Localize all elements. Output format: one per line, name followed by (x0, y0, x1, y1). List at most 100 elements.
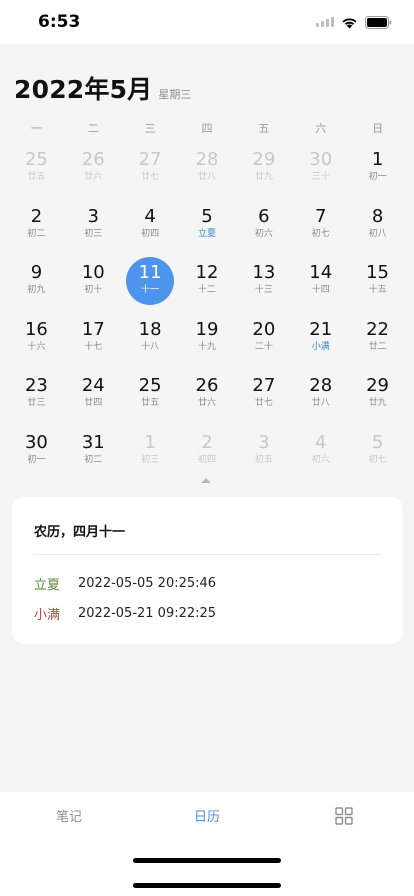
weekday-header-row: 一 二 三 四 五 六 日 (8, 120, 406, 136)
calendar-day[interactable]: 29 廿九 (235, 144, 292, 201)
lunar-day-label: 十一 (141, 285, 160, 296)
day-number: 27 (138, 149, 162, 170)
calendar-day[interactable]: 17 十七 (65, 314, 122, 371)
solar-term-label: 小满 (311, 341, 330, 352)
calendar-day[interactable]: 28 廿八 (292, 370, 349, 427)
calendar-day[interactable]: 12 十二 (179, 257, 236, 314)
lunar-day-label: 初八 (368, 228, 387, 239)
weekday-tue: 二 (87, 122, 99, 135)
day-number: 17 (81, 318, 105, 340)
home-indicator[interactable] (133, 883, 281, 888)
calendar-day[interactable]: 1 初三 (122, 427, 179, 484)
solar-term-label: 立夏 (197, 228, 216, 239)
calendar-day[interactable]: 1 初一 (349, 144, 406, 201)
lunar-day-label: 廿六 (197, 398, 216, 409)
calendar-day[interactable]: 13 十三 (235, 257, 292, 314)
calendar-day[interactable]: 5 立夏 (179, 201, 236, 258)
lunar-day-label: 十五 (368, 285, 387, 296)
day-number: 30 (309, 149, 333, 170)
lunar-day-label: 初六 (254, 228, 273, 239)
lunar-day-label: 廿三 (27, 398, 46, 409)
calendar-day[interactable]: 27 廿七 (235, 370, 292, 427)
calendar-day[interactable]: 26 廿六 (179, 370, 236, 427)
day-number: 19 (195, 318, 219, 340)
day-number: 12 (195, 262, 219, 284)
calendar-day[interactable]: 15 十五 (349, 257, 406, 314)
wifi-icon (342, 17, 357, 28)
calendar-day[interactable]: 30 三十 (292, 144, 349, 201)
calendar-day[interactable]: 5 初七 (349, 427, 406, 484)
day-number: 6 (258, 205, 270, 227)
lunar-day-label: 廿五 (141, 398, 160, 409)
calendar-day[interactable]: 28 廿八 (179, 144, 236, 201)
day-number: 8 (371, 205, 384, 227)
calendar-day[interactable]: 4 初四 (122, 201, 179, 258)
calendar-day[interactable]: 20 二十 (235, 314, 292, 371)
lunar-day-label: 廿五 (27, 172, 46, 182)
calendar-day[interactable]: 10 初十 (65, 257, 122, 314)
lunar-day-label: 初九 (27, 285, 46, 296)
battery-icon (365, 15, 392, 29)
day-number: 30 (24, 431, 48, 453)
day-number: 18 (138, 318, 162, 340)
calendar-day[interactable]: 22 廿二 (349, 314, 406, 371)
calendar-day[interactable]: 7 初七 (292, 201, 349, 258)
calendar-day[interactable]: 2 初二 (8, 201, 65, 258)
calendar-day[interactable]: 8 初八 (349, 201, 406, 258)
day-number: 11 (138, 262, 162, 284)
lunar-day-label: 十二 (197, 285, 216, 296)
day-number: 20 (252, 318, 276, 340)
lunar-day-label: 初五 (254, 454, 273, 465)
calendar-day[interactable]: 25 廿五 (8, 144, 65, 201)
lunar-day-label: 初一 (27, 454, 46, 465)
day-number: 10 (81, 262, 105, 284)
calendar-day[interactable]: 29 廿九 (349, 370, 406, 427)
lunar-day-label: 十四 (311, 285, 330, 296)
day-number: 13 (252, 262, 276, 284)
tab-notes[interactable]: 笔记 (56, 806, 82, 825)
calendar-day[interactable]: 3 初三 (65, 201, 122, 258)
calendar-day[interactable]: 21 小满 (292, 314, 349, 371)
calendar-day[interactable]: 6 初六 (235, 201, 292, 258)
calendar-day[interactable]: 26 廿六 (65, 144, 122, 201)
lunar-day-label: 初四 (197, 454, 216, 465)
calendar-day[interactable]: 2 初四 (179, 427, 236, 484)
solar-term-datetime: 2022-05-05 20:25:46 (78, 576, 217, 591)
calendar-day[interactable]: 4 初六 (292, 427, 349, 484)
calendar-day[interactable]: 18 十八 (122, 314, 179, 371)
month-title[interactable]: 2022年5月 (14, 70, 152, 106)
day-number: 24 (81, 375, 105, 397)
day-number: 26 (195, 375, 219, 397)
calendar-day[interactable]: 24 廿四 (65, 370, 122, 427)
calendar-header: 2022年5月 星期三 (14, 70, 191, 106)
lunar-day-label: 廿七 (141, 172, 160, 182)
collapse-arrow-icon[interactable] (201, 478, 211, 483)
grid-icon[interactable] (335, 807, 353, 825)
day-number: 29 (252, 149, 276, 170)
calendar-day[interactable]: 16 十六 (8, 314, 65, 371)
solar-term-row: 小满 2022-05-21 09:22:25 (34, 604, 216, 623)
calendar-day[interactable]: 31 初二 (65, 427, 122, 484)
day-number: 23 (24, 375, 48, 397)
solar-term-datetime: 2022-05-21 09:22:25 (78, 606, 217, 621)
day-number: 29 (366, 375, 390, 397)
day-number: 28 (195, 149, 219, 170)
calendar-day[interactable]: 14 十四 (292, 257, 349, 314)
tab-calendar[interactable]: 日历 (194, 806, 220, 825)
calendar-day-selected[interactable]: 11 十一 (122, 257, 179, 314)
calendar-day[interactable]: 30 初一 (8, 427, 65, 484)
calendar-day[interactable]: 27 廿七 (122, 144, 179, 201)
lunar-day-label: 初十 (84, 285, 103, 296)
day-number: 25 (138, 375, 162, 397)
lunar-day-label: 初二 (84, 454, 103, 465)
lunar-day-label: 廿九 (368, 398, 387, 409)
calendar-day[interactable]: 9 初九 (8, 257, 65, 314)
lunar-day-label: 三十 (311, 172, 330, 182)
lunar-day-label: 初七 (311, 228, 330, 239)
calendar-day[interactable]: 25 廿五 (122, 370, 179, 427)
calendar-day[interactable]: 23 廿三 (8, 370, 65, 427)
calendar-day[interactable]: 3 初五 (235, 427, 292, 484)
calendar-day[interactable]: 19 十九 (179, 314, 236, 371)
weekday-sun: 日 (372, 122, 384, 135)
day-detail-card: 农历，四月十一 立夏 2022-05-05 20:25:46 小满 2022-0… (12, 497, 403, 644)
